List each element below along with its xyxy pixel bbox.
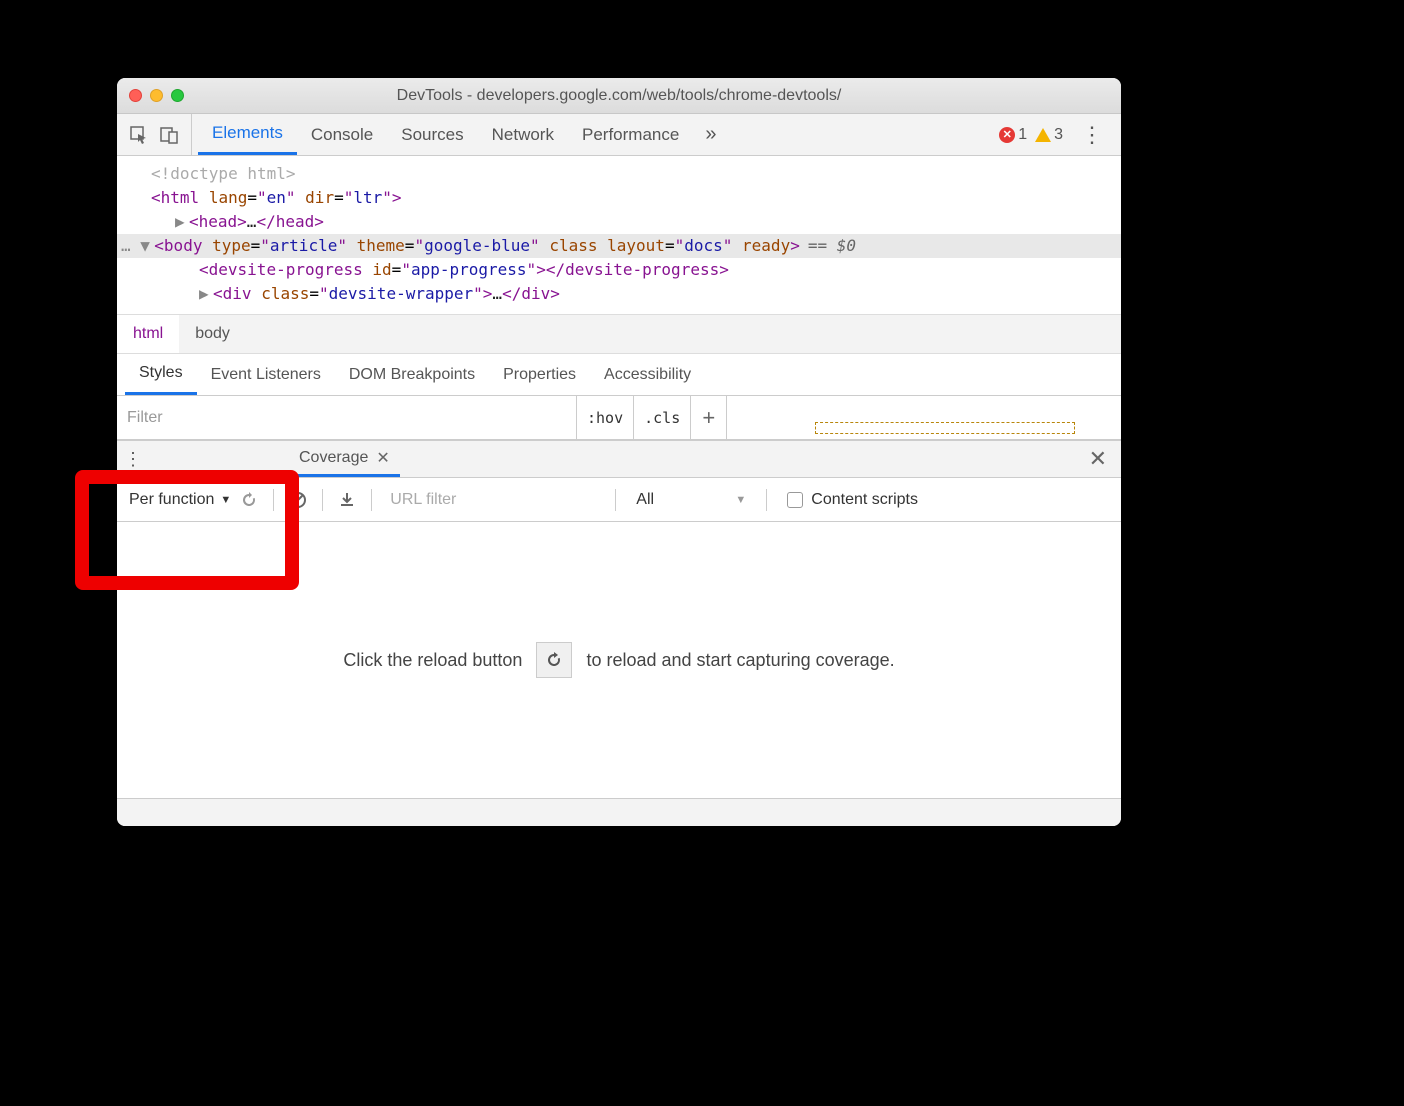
dom-doctype[interactable]: <!doctype html>	[117, 162, 1121, 186]
dom-tree-panel: <!doctype html> <html lang="en" dir="ltr…	[117, 156, 1121, 314]
cls-button[interactable]: .cls	[634, 396, 691, 439]
chevron-down-icon: ▼	[735, 494, 746, 506]
tab-performance[interactable]: Performance	[568, 114, 693, 155]
hov-button[interactable]: :hov	[577, 396, 634, 439]
status-bar	[117, 798, 1121, 826]
caret-down-icon[interactable]: ▼	[140, 234, 154, 258]
tab-network[interactable]: Network	[478, 114, 568, 155]
errors-badge[interactable]: ✕ 1	[999, 126, 1027, 144]
errors-count: 1	[1018, 126, 1027, 144]
coverage-filter-dropdown[interactable]: All ▼	[626, 491, 756, 509]
url-filter-input[interactable]	[382, 491, 605, 509]
drawer-tab-label: Coverage	[299, 449, 368, 467]
close-window-button[interactable]	[129, 89, 142, 102]
device-toggle-icon[interactable]	[159, 125, 179, 145]
toolbar-right-group: ✕ 1 3 ⋮	[991, 114, 1121, 155]
warning-icon	[1035, 128, 1051, 142]
coverage-body: Click the reload button to reload and st…	[117, 522, 1121, 798]
reload-button[interactable]	[536, 642, 572, 678]
main-toolbar: Elements Console Sources Network Perform…	[117, 114, 1121, 156]
minimize-window-button[interactable]	[150, 89, 163, 102]
dom-html-open[interactable]: <html lang="en" dir="ltr">	[117, 186, 1121, 210]
dom-head[interactable]: ▶<head>…</head>	[117, 210, 1121, 234]
subtab-dom-breakpoints[interactable]: DOM Breakpoints	[335, 354, 489, 395]
maximize-window-button[interactable]	[171, 89, 184, 102]
window-titlebar[interactable]: DevTools - developers.google.com/web/too…	[117, 78, 1121, 114]
caret-right-icon[interactable]: ▶	[175, 210, 189, 234]
close-tab-icon[interactable]: ✕	[376, 448, 389, 468]
subtab-properties[interactable]: Properties	[489, 354, 590, 395]
content-scripts-checkbox[interactable]	[787, 492, 803, 508]
drawer-header: ⋮ Coverage ✕ ✕	[117, 440, 1121, 478]
elements-subtabs: Styles Event Listeners DOM Breakpoints P…	[117, 354, 1121, 396]
msg-after: to reload and start capturing coverage.	[586, 650, 894, 671]
add-rule-button[interactable]: +	[691, 396, 727, 439]
coverage-type-dropdown[interactable]: Per function ▼	[117, 491, 235, 509]
reload-coverage-icon[interactable]	[235, 491, 263, 509]
devtools-window: DevTools - developers.google.com/web/too…	[117, 78, 1121, 826]
content-scripts-checkbox-wrap[interactable]: Content scripts	[777, 491, 928, 509]
chevron-down-icon: ▼	[220, 494, 231, 506]
warnings-badge[interactable]: 3	[1035, 126, 1063, 144]
settings-menu-button[interactable]: ⋮	[1071, 122, 1113, 148]
dom-devsite-progress[interactable]: <devsite-progress id="app-progress"></de…	[117, 258, 1121, 282]
element-style-placeholder	[815, 422, 1075, 434]
styles-filter-input[interactable]	[117, 396, 577, 439]
inspect-element-icon[interactable]	[129, 125, 149, 145]
crumb-body[interactable]: body	[179, 315, 246, 353]
warnings-count: 3	[1054, 126, 1063, 144]
tab-sources[interactable]: Sources	[387, 114, 477, 155]
caret-right-icon[interactable]: ▶	[199, 282, 213, 306]
subtab-accessibility[interactable]: Accessibility	[590, 354, 705, 395]
dom-breadcrumb: html body	[117, 314, 1121, 354]
window-title: DevTools - developers.google.com/web/too…	[117, 87, 1121, 105]
crumb-html[interactable]: html	[117, 315, 179, 353]
subtab-event-listeners[interactable]: Event Listeners	[197, 354, 335, 395]
subtab-styles[interactable]: Styles	[125, 354, 197, 395]
msg-before: Click the reload button	[343, 650, 522, 671]
toolbar-left-group	[117, 114, 192, 155]
dom-div-wrapper[interactable]: ▶<div class="devsite-wrapper">…</div>	[117, 282, 1121, 306]
styles-filter-row: :hov .cls +	[117, 396, 1121, 440]
coverage-empty-message: Click the reload button to reload and st…	[343, 642, 894, 678]
drawer-close-button[interactable]: ✕	[1075, 441, 1121, 477]
traffic-lights	[117, 89, 184, 102]
tab-console[interactable]: Console	[297, 114, 387, 155]
clear-coverage-icon[interactable]	[284, 491, 312, 509]
tab-elements[interactable]: Elements	[198, 114, 297, 155]
dom-body-selected[interactable]: … ▼<body type="article" theme="google-bl…	[117, 234, 1121, 258]
drawer-tab-coverage[interactable]: Coverage ✕	[289, 441, 400, 477]
error-icon: ✕	[999, 127, 1015, 143]
main-tabs: Elements Console Sources Network Perform…	[192, 114, 728, 155]
coverage-toolbar: Per function ▼ All ▼ Content scripts	[117, 478, 1121, 522]
export-coverage-icon[interactable]	[333, 491, 361, 509]
more-tabs-button[interactable]: »	[693, 114, 728, 155]
drawer-menu-icon[interactable]: ⋮	[117, 441, 149, 477]
content-scripts-label: Content scripts	[811, 491, 918, 509]
